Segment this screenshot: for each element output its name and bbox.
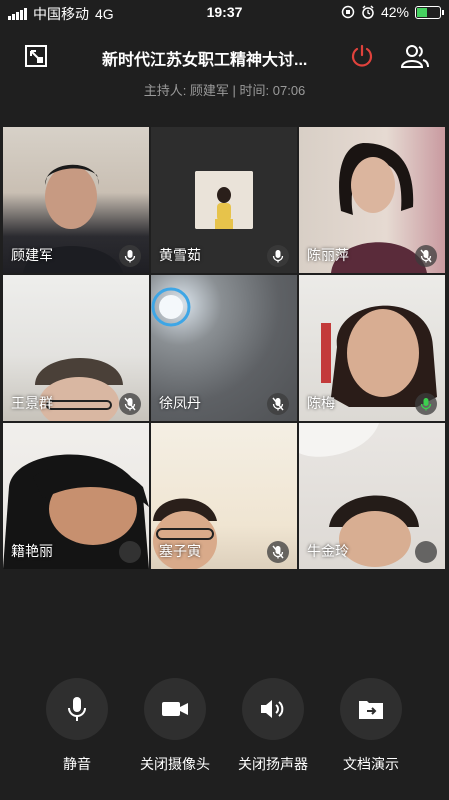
participant-tile[interactable]: 塞子寅	[151, 423, 297, 569]
participant-tile[interactable]: 陈丽萍	[299, 127, 445, 273]
microphone-icon	[68, 697, 86, 721]
participant-name: 徐凤丹	[159, 395, 201, 411]
camera-label: 关闭摄像头	[140, 756, 210, 772]
avatar	[195, 171, 253, 229]
orientation-lock-icon	[341, 5, 355, 19]
participant-tile[interactable]: 徐凤丹	[151, 275, 297, 421]
participant-name: 陈丽萍	[307, 247, 349, 263]
video-camera-icon	[162, 702, 188, 716]
folder-share-icon	[359, 701, 383, 719]
participants-button[interactable]	[400, 42, 430, 70]
share-button-circle[interactable]	[340, 678, 402, 740]
share-label: 文档演示	[343, 756, 399, 772]
participant-tile[interactable]: 牛金玲	[299, 423, 445, 569]
end-meeting-button[interactable]	[348, 42, 376, 70]
participant-name: 塞子寅	[159, 543, 201, 559]
mic-muted-icon	[267, 393, 289, 415]
mic-active-icon	[415, 393, 437, 415]
document-share-button[interactable]: 文档演示	[322, 678, 420, 774]
mic-on-icon	[119, 245, 141, 267]
speaker-label: 关闭扬声器	[238, 756, 308, 772]
mute-button-circle[interactable]	[46, 678, 108, 740]
battery-percent: 42%	[380, 4, 409, 20]
mic-on-icon	[267, 245, 289, 267]
mic-muted-icon	[415, 245, 437, 267]
status-bar: 中国移动 4G 19:37 42%	[0, 0, 449, 26]
control-bar: 静音 关闭摄像头 关闭扬声器 文档演示	[0, 678, 449, 778]
participants-icon	[400, 45, 429, 68]
speaker-off-button[interactable]: 关闭扬声器	[224, 678, 322, 774]
mic-muted-icon	[119, 393, 141, 415]
participant-tile[interactable]: 顾建军	[3, 127, 149, 273]
power-icon	[351, 44, 373, 67]
participant-name: 顾建军	[11, 247, 53, 263]
participant-tile[interactable]: 籍艳丽	[3, 423, 149, 569]
participant-tile[interactable]: 陈梅	[299, 275, 445, 421]
alarm-icon	[362, 5, 374, 19]
mic-muted-icon	[267, 541, 289, 563]
participant-name: 黄雪茹	[159, 247, 201, 263]
participant-name: 籍艳丽	[11, 543, 53, 559]
ceiling-light	[151, 287, 191, 327]
video-grid: 顾建军 黄雪茹 陈丽萍 王景群 徐凤丹 陈梅 籍艳丽 塞子寅 牛金玲	[3, 127, 445, 569]
minimize-window-icon[interactable]	[22, 42, 50, 70]
meeting-title: 新时代江苏女职工精神大讨...	[102, 52, 308, 69]
camera-button-circle[interactable]	[144, 678, 206, 740]
mute-button[interactable]: 静音	[28, 678, 126, 774]
mic-indicator	[119, 541, 141, 563]
participant-name: 陈梅	[307, 395, 335, 411]
status-right: 42%	[341, 4, 444, 20]
host-info: 主持人: 顾建军 | 时间: 07:06	[143, 83, 306, 98]
meeting-header: 新时代江苏女职工精神大讨... 主持人: 顾建军 | 时间: 07:06	[0, 26, 449, 106]
participant-name: 王景群	[11, 395, 53, 411]
battery-icon	[415, 5, 444, 19]
mic-indicator	[415, 541, 437, 563]
speaker-button-circle[interactable]	[242, 678, 304, 740]
participant-tile[interactable]: 王景群	[3, 275, 149, 421]
participant-tile[interactable]: 黄雪茹	[151, 127, 297, 273]
mute-label: 静音	[63, 756, 91, 772]
speaker-icon	[261, 700, 284, 718]
camera-off-button[interactable]: 关闭摄像头	[126, 678, 224, 774]
participant-name: 牛金玲	[307, 543, 349, 559]
